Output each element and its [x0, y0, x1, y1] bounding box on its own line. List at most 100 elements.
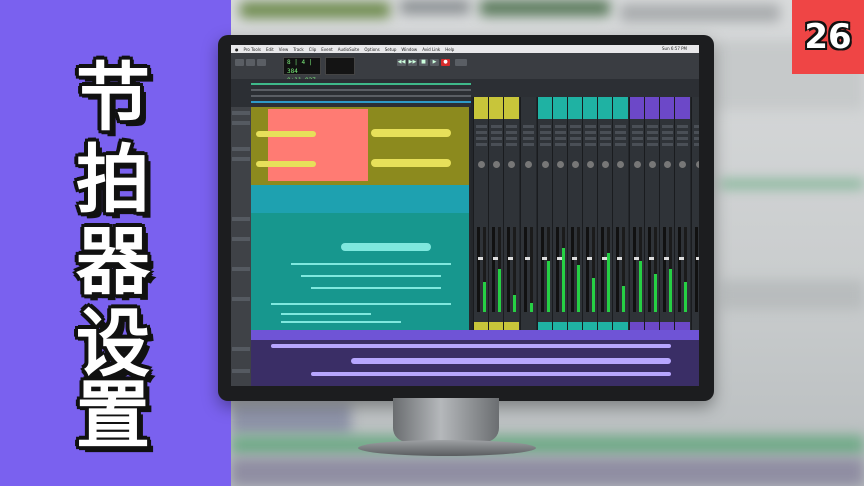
stop-icon[interactable]: ■	[419, 59, 428, 66]
pan-knob-icon[interactable]	[617, 161, 624, 168]
insert-slot[interactable]	[647, 125, 658, 128]
pan-knob-icon[interactable]	[679, 161, 686, 168]
insert-slot[interactable]	[491, 143, 502, 146]
insert-slot[interactable]	[647, 143, 658, 146]
menu-item[interactable]: Avid Link	[422, 47, 440, 52]
pan-knob-icon[interactable]	[478, 161, 485, 168]
menu-item[interactable]: Event	[321, 47, 332, 52]
insert-slot[interactable]	[585, 125, 596, 128]
insert-slot[interactable]	[662, 125, 673, 128]
insert-slot[interactable]	[632, 137, 643, 140]
insert-slot[interactable]	[523, 137, 534, 140]
volume-fader[interactable]	[507, 227, 515, 312]
insert-slot[interactable]	[632, 125, 643, 128]
insert-slot[interactable]	[476, 131, 487, 134]
menu-item[interactable]: Window	[401, 47, 417, 52]
insert-slot[interactable]	[662, 131, 673, 134]
insert-slot[interactable]	[506, 131, 517, 134]
pan-knob-icon[interactable]	[542, 161, 549, 168]
volume-fader[interactable]	[477, 227, 485, 312]
insert-slot[interactable]	[694, 125, 699, 128]
insert-slot[interactable]	[506, 125, 517, 128]
menu-item[interactable]: Pro Tools	[244, 47, 261, 52]
main-counter[interactable]: 8 | 4 | 384 0:11.827	[283, 57, 321, 84]
track-header[interactable]	[232, 111, 250, 115]
insert-slot[interactable]	[540, 131, 551, 134]
insert-slot[interactable]	[632, 131, 643, 134]
insert-slot[interactable]	[585, 137, 596, 140]
pan-knob-icon[interactable]	[525, 161, 532, 168]
menu-item[interactable]: Setup	[385, 47, 397, 52]
track-header[interactable]	[232, 297, 250, 301]
insert-slot[interactable]	[585, 131, 596, 134]
insert-slot[interactable]	[540, 125, 551, 128]
track-header[interactable]	[232, 369, 250, 373]
zoom-icon[interactable]	[235, 59, 244, 66]
mixer-channel-strip[interactable]	[520, 97, 536, 330]
mixer-channel-strip[interactable]	[674, 97, 690, 330]
insert-slot[interactable]	[615, 131, 626, 134]
insert-slot[interactable]	[677, 137, 688, 140]
volume-fader[interactable]	[648, 227, 656, 312]
volume-fader[interactable]	[541, 227, 549, 312]
mixer-channel-strip[interactable]	[691, 97, 699, 330]
audio-track-teal-1[interactable]	[251, 185, 469, 213]
purple-tracks[interactable]	[251, 330, 699, 386]
insert-slot[interactable]	[600, 137, 611, 140]
insert-slot[interactable]	[677, 143, 688, 146]
menu-item[interactable]: Track	[293, 47, 303, 52]
volume-fader[interactable]	[633, 227, 641, 312]
insert-slot[interactable]	[694, 131, 699, 134]
insert-slot[interactable]	[570, 131, 581, 134]
track-header[interactable]	[232, 267, 250, 271]
insert-slot[interactable]	[694, 143, 699, 146]
menu-item[interactable]: Edit	[266, 47, 274, 52]
pan-knob-icon[interactable]	[572, 161, 579, 168]
track-header[interactable]	[232, 347, 250, 351]
pan-knob-icon[interactable]	[587, 161, 594, 168]
insert-slot[interactable]	[632, 143, 643, 146]
pan-knob-icon[interactable]	[634, 161, 641, 168]
insert-slot[interactable]	[677, 131, 688, 134]
track-header[interactable]	[232, 237, 250, 241]
insert-slot[interactable]	[555, 131, 566, 134]
insert-slot[interactable]	[523, 131, 534, 134]
volume-fader[interactable]	[586, 227, 594, 312]
insert-slot[interactable]	[662, 137, 673, 140]
insert-slot[interactable]	[491, 125, 502, 128]
mixer-channel-strip[interactable]	[552, 97, 568, 330]
track-header[interactable]	[232, 147, 250, 151]
rewind-icon[interactable]: ◀◀	[397, 59, 406, 66]
mixer-channel-strip[interactable]	[612, 97, 628, 330]
loop-icon[interactable]	[455, 59, 467, 66]
volume-fader[interactable]	[695, 227, 699, 312]
insert-slot[interactable]	[540, 137, 551, 140]
insert-slot[interactable]	[694, 137, 699, 140]
volume-fader[interactable]	[492, 227, 500, 312]
pan-knob-icon[interactable]	[508, 161, 515, 168]
volume-fader[interactable]	[601, 227, 609, 312]
mixer-channel-strip[interactable]	[659, 97, 675, 330]
insert-slot[interactable]	[600, 131, 611, 134]
insert-slot[interactable]	[523, 143, 534, 146]
mixer-channel-strip[interactable]	[629, 97, 645, 330]
tool-icon[interactable]	[246, 59, 255, 66]
insert-slot[interactable]	[647, 131, 658, 134]
insert-slot[interactable]	[555, 125, 566, 128]
volume-fader[interactable]	[571, 227, 579, 312]
pan-knob-icon[interactable]	[649, 161, 656, 168]
menu-item[interactable]: View	[279, 47, 289, 52]
menu-item[interactable]: Options	[364, 47, 379, 52]
insert-slot[interactable]	[570, 143, 581, 146]
menu-item[interactable]: Clip	[309, 47, 317, 52]
insert-slot[interactable]	[540, 143, 551, 146]
mixer-channel-strip[interactable]	[567, 97, 583, 330]
menu-item[interactable]: Help	[445, 47, 454, 52]
insert-slot[interactable]	[476, 137, 487, 140]
mixer-channel-strip[interactable]	[582, 97, 598, 330]
pan-knob-icon[interactable]	[696, 161, 699, 168]
pan-knob-icon[interactable]	[493, 161, 500, 168]
track-header[interactable]	[232, 121, 250, 125]
insert-slot[interactable]	[491, 137, 502, 140]
menu-item[interactable]: AudioSuite	[338, 47, 360, 52]
